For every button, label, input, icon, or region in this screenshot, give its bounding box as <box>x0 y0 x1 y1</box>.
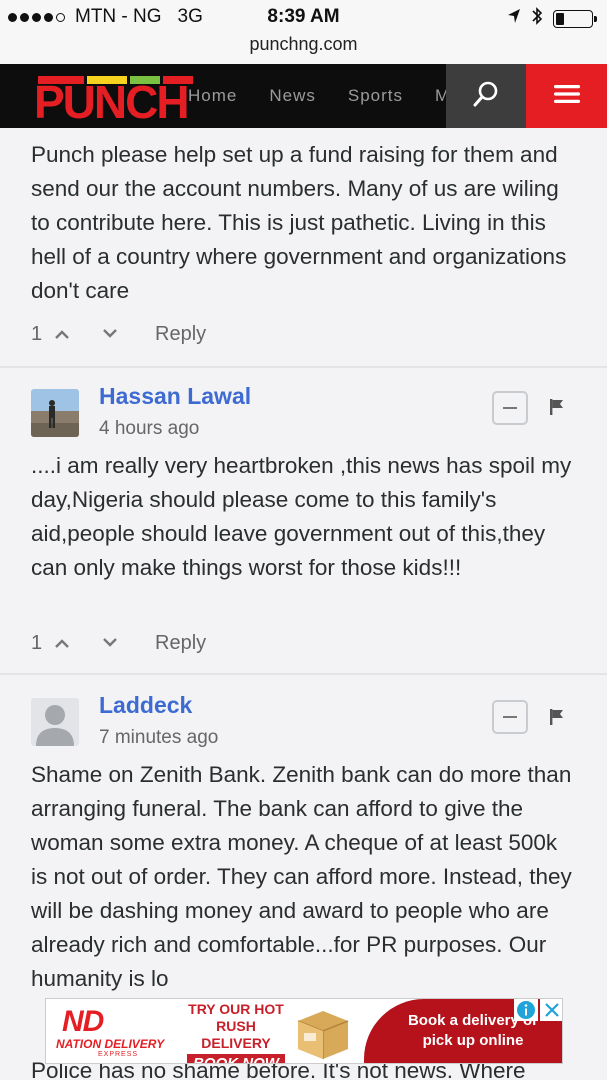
collapse-button[interactable] <box>492 700 528 734</box>
url-bar[interactable]: punchng.com <box>0 32 607 64</box>
comment-body: Shame on Zenith Bank. Zenith bank can do… <box>31 762 572 991</box>
ad-brand-logo: ND NATION DELIVERY EXPRESS <box>54 1005 182 1059</box>
ad-headline-1: TRY OUR HOT <box>188 1001 284 1017</box>
vote-count: 1 <box>31 631 43 654</box>
main-nav: Home News Sports M <box>188 64 446 128</box>
avatar[interactable] <box>31 698 79 746</box>
comment-actions: 1 Reply <box>31 627 206 659</box>
upvote-icon[interactable] <box>47 638 77 648</box>
nav-item-news[interactable]: News <box>269 86 316 106</box>
reply-button[interactable]: Reply <box>155 323 206 346</box>
nav-item-more[interactable]: M <box>435 86 446 106</box>
ad-book-now-button[interactable]: BOOK NOW <box>187 1054 285 1063</box>
collapse-button[interactable] <box>492 391 528 425</box>
ad-headline-2: RUSH DELIVERY <box>201 1018 271 1051</box>
comment-actions: 1 Reply <box>31 318 206 350</box>
flag-icon[interactable] <box>548 708 566 731</box>
site-header: PUNCH Home News Sports M <box>0 64 607 128</box>
punch-logo[interactable]: PUNCH <box>34 74 193 128</box>
battery-icon <box>553 10 597 28</box>
comment-timestamp[interactable]: 7 minutes ago <box>99 727 218 749</box>
ad-info-icon[interactable] <box>514 999 538 1021</box>
ad-brand-sub: EXPRESS <box>98 1051 139 1058</box>
menu-button[interactable] <box>526 64 607 128</box>
comment-body: ....i am really very heartbroken ,this n… <box>31 453 572 580</box>
ad-close-icon[interactable] <box>540 999 562 1021</box>
parcel-box-icon <box>292 1003 354 1061</box>
vote-count: 1 <box>31 322 43 345</box>
ad-promo-line-2: pick up online <box>422 1032 524 1049</box>
upvote-icon[interactable] <box>47 329 77 339</box>
comment-author[interactable]: Hassan Lawal <box>99 383 251 410</box>
search-button[interactable] <box>446 64 526 128</box>
ad-brand-mark: ND <box>62 1005 104 1038</box>
search-icon <box>472 80 500 113</box>
avatar[interactable] <box>31 389 79 437</box>
ad-brand-name: NATION DELIVERY <box>56 1037 165 1051</box>
comment-divider <box>0 673 607 675</box>
nav-item-home[interactable]: Home <box>188 86 237 106</box>
bluetooth-icon <box>531 6 543 32</box>
comment-body: Punch please help set up a fund raising … <box>31 142 567 303</box>
nav-item-sports[interactable]: Sports <box>348 86 403 106</box>
comment-author[interactable]: Laddeck <box>99 692 192 719</box>
url-text: punchng.com <box>249 34 358 54</box>
downvote-icon[interactable] <box>95 329 125 339</box>
flag-icon[interactable] <box>548 398 566 421</box>
comment-timestamp[interactable]: 4 hours ago <box>99 418 199 440</box>
ad-banner[interactable]: ND NATION DELIVERY EXPRESS TRY OUR HOT R… <box>45 998 563 1064</box>
location-arrow-icon <box>507 8 521 30</box>
reply-button[interactable]: Reply <box>155 632 206 655</box>
status-bar: MTN - NG 3G 8:39 AM <box>0 0 607 32</box>
logo-text: PUNCH <box>34 76 190 128</box>
comment-divider <box>0 366 607 368</box>
hamburger-menu-icon <box>553 83 581 110</box>
downvote-icon[interactable] <box>95 638 125 648</box>
